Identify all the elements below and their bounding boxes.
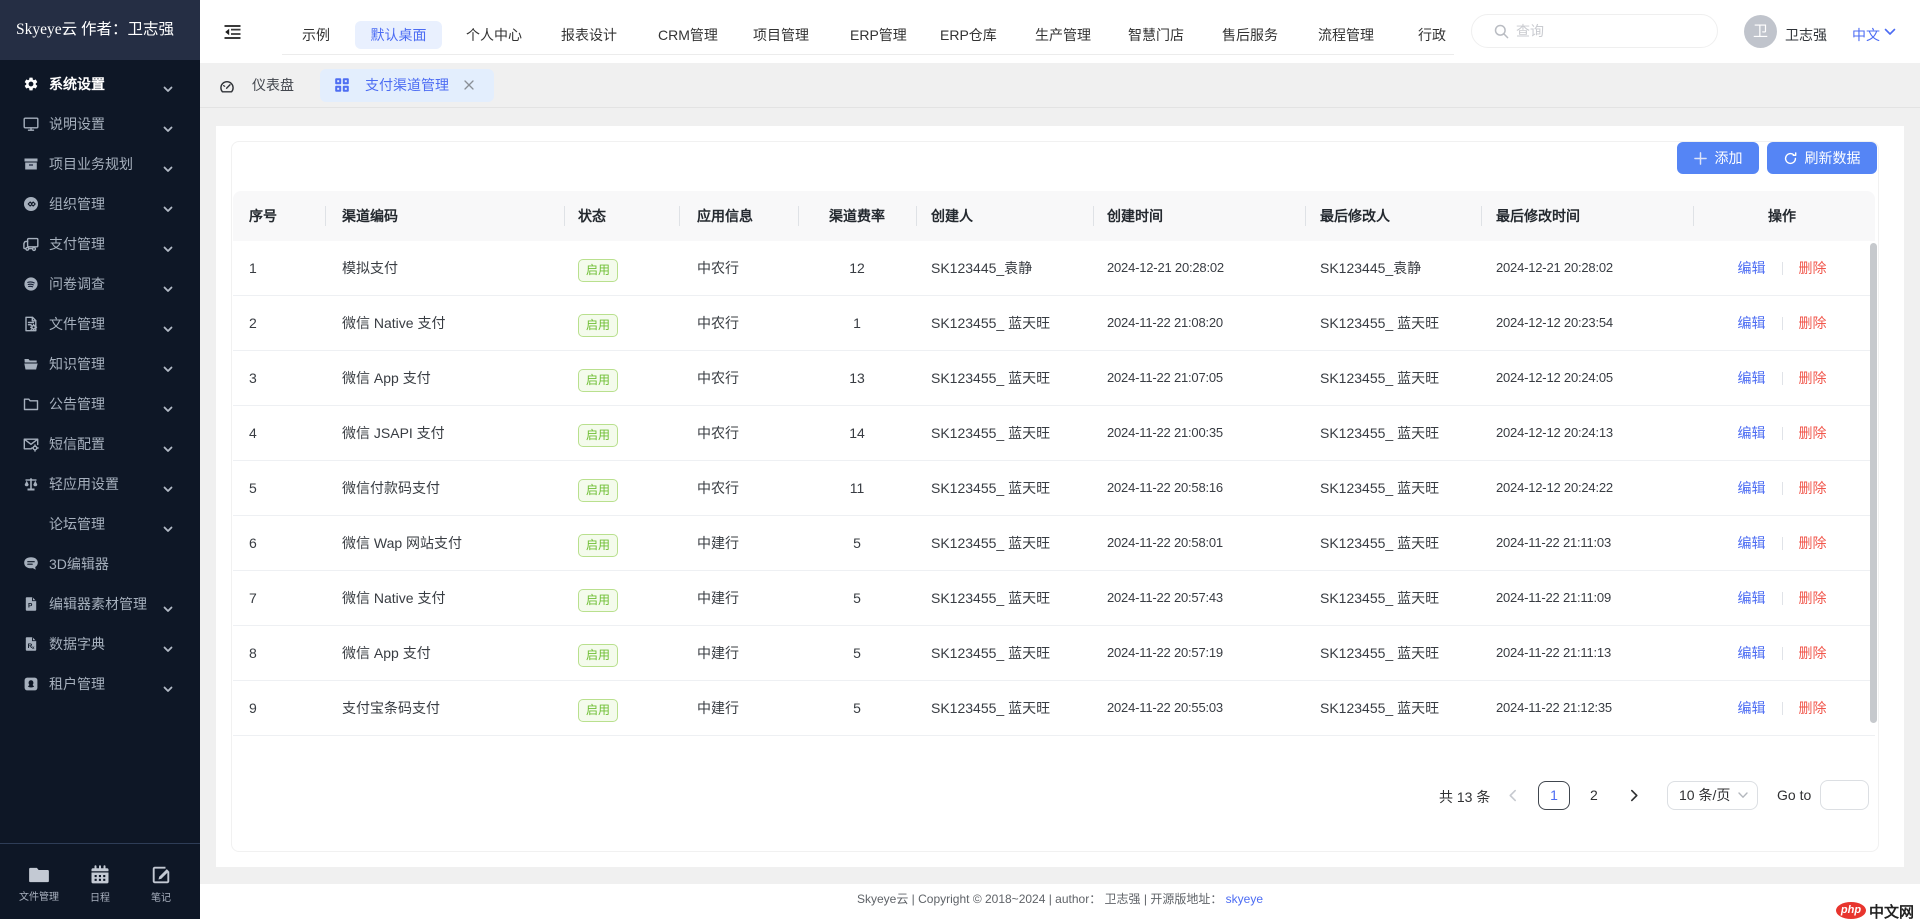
svg-text:P: P	[28, 603, 33, 610]
